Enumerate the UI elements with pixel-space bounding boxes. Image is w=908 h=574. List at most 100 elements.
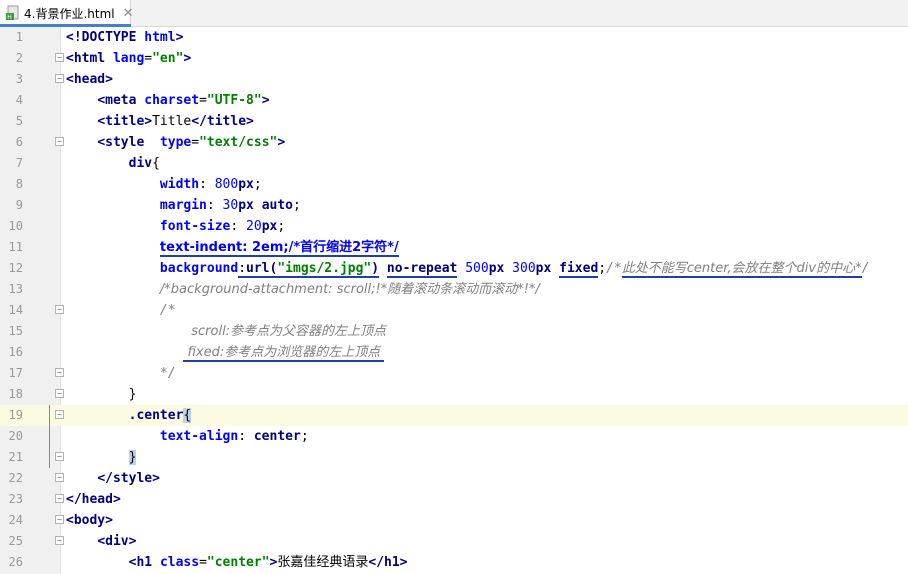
fold-toggle-icon[interactable]: −	[55, 410, 64, 419]
code-line[interactable]: 15 scroll:参考点为父容器的左上顶点	[0, 321, 908, 342]
line-number: 16	[8, 345, 23, 359]
fold-toggle-icon[interactable]: −	[55, 368, 64, 377]
code-token: /*background-attachment: scroll;!*随着滚动条滚…	[159, 282, 540, 297]
fold-toggle-icon[interactable]: −	[55, 515, 64, 524]
code-token: type	[159, 135, 192, 150]
code-token: :	[238, 429, 254, 444]
line-number: 15	[8, 324, 23, 338]
line-number: 26	[8, 555, 23, 569]
line-code: /*	[66, 300, 176, 321]
code-line[interactable]: 25 − <div>	[0, 531, 908, 552]
line-number: 2	[15, 51, 23, 65]
fold-toggle-icon[interactable]: −	[55, 53, 64, 62]
line-code: <title>Title</title>	[66, 111, 254, 132]
code-token: 300	[512, 261, 536, 276]
line-code: <!DOCTYPE html>	[66, 27, 183, 48]
code-line[interactable]: 2 − <html lang="en">	[0, 48, 908, 69]
code-token: <h1	[128, 555, 160, 570]
line-code: }	[66, 447, 137, 468]
code-token: url(	[246, 261, 278, 278]
line-code: div{	[66, 153, 160, 174]
file-tab[interactable]: H 4.背景作业.html ✕	[0, 0, 134, 27]
code-line[interactable]: 10 font-size: 20px;	[0, 216, 908, 237]
line-number: 13	[8, 282, 23, 296]
close-tab-icon[interactable]: ✕	[123, 6, 134, 21]
code-token: <html	[66, 51, 113, 66]
code-line[interactable]: 11 text-indent: 2em;/*首行缩进2字符*/	[0, 237, 908, 258]
fold-toggle-icon[interactable]: −	[55, 536, 64, 545]
code-token: text-align	[159, 429, 239, 444]
code-line[interactable]: 21 − }	[0, 447, 908, 468]
fold-toggle-icon[interactable]: −	[55, 494, 64, 503]
code-line[interactable]: 8 width: 800px;	[0, 174, 908, 195]
code-token: charset	[144, 93, 200, 108]
code-token: >	[175, 30, 184, 45]
code-line[interactable]: 23 − </head>	[0, 489, 908, 510]
code-line[interactable]: 22 − </style>	[0, 468, 908, 489]
code-token: "imgs/2.jpg"	[277, 261, 372, 278]
code-line[interactable]: 5 <title>Title</title>	[0, 111, 908, 132]
code-token: 此处不能写center,会放在整个div的中心*	[621, 261, 862, 278]
code-token: lang	[112, 51, 145, 66]
code-line[interactable]: 19 − .center{	[0, 405, 908, 426]
code-line[interactable]: 13 /*background-attachment: scroll;!*随着滚…	[0, 279, 908, 300]
fold-toggle-icon[interactable]: −	[55, 137, 64, 146]
line-code: margin: 30px auto;	[66, 195, 301, 216]
code-token: :	[238, 261, 247, 278]
code-line[interactable]: 9 margin: 30px auto;	[0, 195, 908, 216]
code-token: :	[230, 219, 247, 234]
code-token: </head>	[66, 492, 121, 507]
code-line[interactable]: 18 − }	[0, 384, 908, 405]
code-line[interactable]: 24 − <body>	[0, 510, 908, 531]
line-number: 24	[8, 513, 23, 527]
code-line[interactable]: 14 − /*	[0, 300, 908, 321]
code-token: div	[128, 156, 153, 171]
fold-toggle-icon[interactable]: −	[55, 389, 64, 398]
code-line[interactable]: 17 − */	[0, 363, 908, 384]
fold-toggle-icon[interactable]: −	[55, 74, 64, 83]
code-line[interactable]: 20 text-align: center;	[0, 426, 908, 447]
code-token: fixed	[559, 261, 599, 278]
code-line[interactable]: 7 div{	[0, 153, 908, 174]
code-token: /*	[606, 261, 622, 276]
code-token: */	[159, 366, 176, 381]
fold-toggle-icon[interactable]: −	[55, 452, 64, 461]
fold-toggle-icon[interactable]: −	[55, 473, 64, 482]
line-code: text-align: center;	[66, 426, 309, 447]
code-token: 800	[214, 177, 239, 192]
code-token: {	[152, 156, 160, 171]
code-line[interactable]: 1 <!DOCTYPE html>	[0, 27, 908, 48]
code-line[interactable]: 16 fixed:参考点为浏览器的左上顶点	[0, 342, 908, 363]
code-token: <title>	[97, 114, 153, 129]
line-number: 20	[8, 429, 23, 443]
code-editor[interactable]: 1 <!DOCTYPE html> 2− <html lang="en"> 3− <hea…	[0, 27, 908, 574]
code-token: px	[261, 219, 278, 234]
line-number: 25	[8, 534, 23, 548]
code-token: "UTF-8"	[206, 93, 262, 108]
line-code: font-size: 20px;	[66, 216, 285, 237]
code-token: ;	[253, 177, 262, 192]
code-line[interactable]: 26 <h1 class="center">张嘉佳经典语录</h1>	[0, 552, 908, 573]
code-token: </style>	[97, 471, 160, 486]
code-line[interactable]: 4 <meta charset="UTF-8">	[0, 90, 908, 111]
code-token: }	[128, 450, 137, 465]
code-token: 500	[465, 261, 489, 276]
line-number: 10	[8, 219, 23, 233]
code-line[interactable]: 12 background:url("imgs/2.jpg") no-repea…	[0, 258, 908, 279]
fold-toggle-icon[interactable]: −	[55, 305, 64, 314]
editor-tab-bar: H 4.背景作业.html ✕	[0, 0, 908, 27]
code-line[interactable]: 6 − <style type="text/css">	[0, 132, 908, 153]
code-line[interactable]: 3 − <head>	[0, 69, 908, 90]
code-token: <style	[97, 135, 160, 150]
code-token: =	[199, 93, 207, 108]
